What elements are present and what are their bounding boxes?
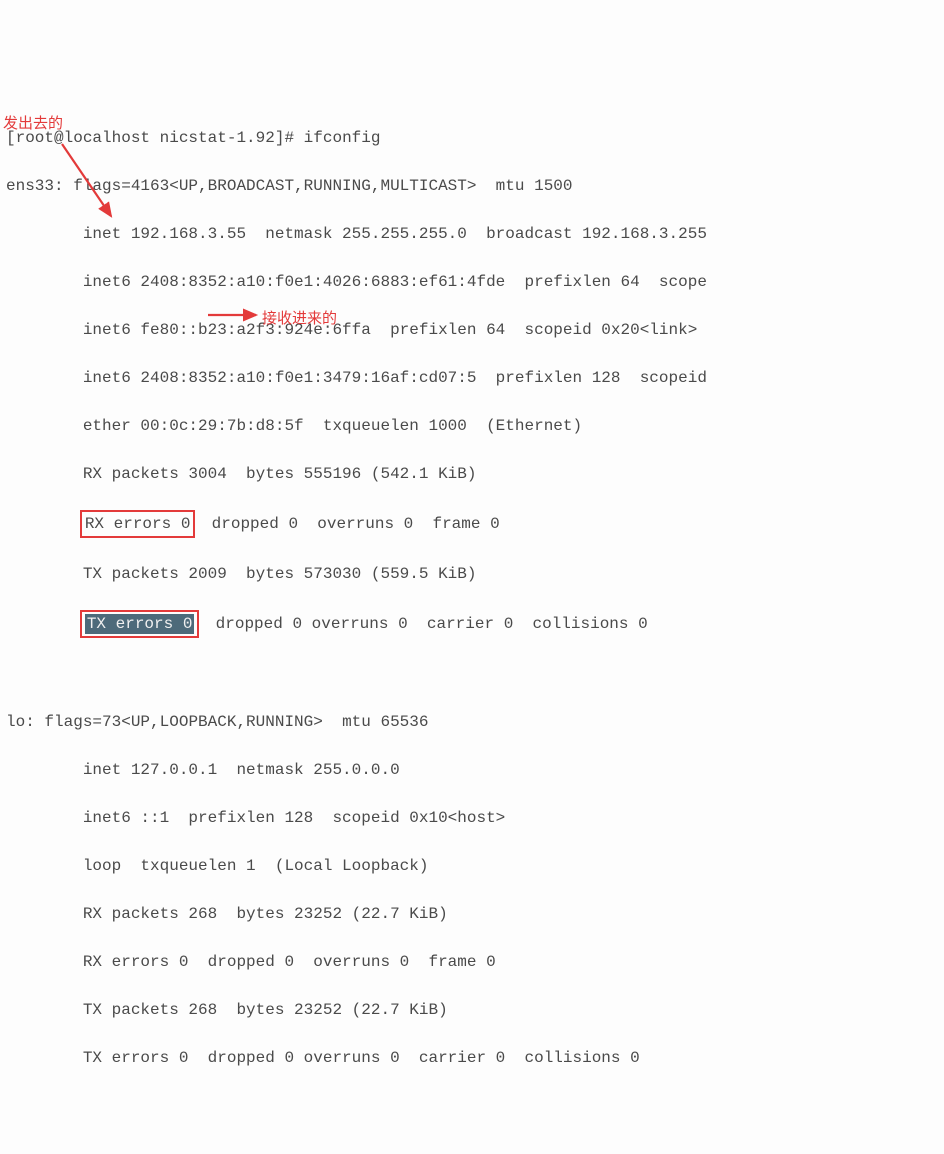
- rx-errors-tail: dropped 0 overruns 0 frame 0: [192, 515, 499, 533]
- iface-flags: flags=73<UP,LOOPBACK,RUNNING> mtu 65536: [35, 713, 429, 731]
- ens33-rx-packets: RX packets 3004 bytes 555196 (542.1 KiB): [6, 462, 938, 486]
- ens33-header: ens33: flags=4163<UP,BROADCAST,RUNNING,M…: [6, 174, 938, 198]
- ens33-tx-packets: TX packets 2009 bytes 573030 (559.5 KiB): [6, 562, 938, 586]
- ens33-inet6c: inet6 2408:8352:a10:f0e1:3479:16af:cd07:…: [6, 366, 938, 390]
- tx-errors-tail: dropped 0 overruns 0 carrier 0 collision…: [196, 615, 647, 633]
- lo-rx-packets: RX packets 268 bytes 23252 (22.7 KiB): [6, 902, 938, 926]
- lo-header: lo: flags=73<UP,LOOPBACK,RUNNING> mtu 65…: [6, 710, 938, 734]
- tx-errors-text: TX errors 0: [87, 615, 193, 633]
- ens33-inet6b: inet6 fe80::b23:a2f3:924e:6ffa prefixlen…: [6, 318, 938, 342]
- rx-errors-text: RX errors 0: [85, 515, 191, 533]
- iface-name: lo:: [6, 713, 35, 731]
- iface-flags: flags=4163<UP,BROADCAST,RUNNING,MULTICAS…: [64, 177, 573, 195]
- tx-errors-highlight: TX errors 0: [80, 610, 200, 638]
- ens33-rx-errors-line: RX errors 0 dropped 0 overruns 0 frame 0: [6, 510, 938, 538]
- lo-tx-errors: TX errors 0 dropped 0 overruns 0 carrier…: [6, 1046, 938, 1070]
- prompt-line: [root@localhost nicstat-1.92]# ifconfig: [6, 126, 938, 150]
- annotation-incoming: 接收进来的: [262, 308, 337, 331]
- annotation-outgoing: 发出去的: [3, 113, 63, 136]
- ens33-ether: ether 00:0c:29:7b:d8:5f txqueuelen 1000 …: [6, 414, 938, 438]
- terminal-output: [root@localhost nicstat-1.92]# ifconfig …: [6, 102, 938, 1094]
- lo-rx-errors: RX errors 0 dropped 0 overruns 0 frame 0: [6, 950, 938, 974]
- ens33-inet: inet 192.168.3.55 netmask 255.255.255.0 …: [6, 222, 938, 246]
- indent: [6, 615, 83, 633]
- command: ifconfig: [304, 129, 381, 147]
- lo-inet: inet 127.0.0.1 netmask 255.0.0.0: [6, 758, 938, 782]
- blank-line: [6, 662, 938, 686]
- iface-name: ens33:: [6, 177, 64, 195]
- lo-inet6: inet6 ::1 prefixlen 128 scopeid 0x10<hos…: [6, 806, 938, 830]
- lo-tx-packets: TX packets 268 bytes 23252 (22.7 KiB): [6, 998, 938, 1022]
- indent: [6, 515, 83, 533]
- lo-loop: loop txqueuelen 1 (Local Loopback): [6, 854, 938, 878]
- tx-errors-selection: TX errors 0: [85, 614, 195, 634]
- ens33-inet6a: inet6 2408:8352:a10:f0e1:4026:6883:ef61:…: [6, 270, 938, 294]
- ens33-tx-errors-line: TX errors 0 dropped 0 overruns 0 carrier…: [6, 610, 938, 638]
- rx-errors-highlight: RX errors 0: [80, 510, 196, 538]
